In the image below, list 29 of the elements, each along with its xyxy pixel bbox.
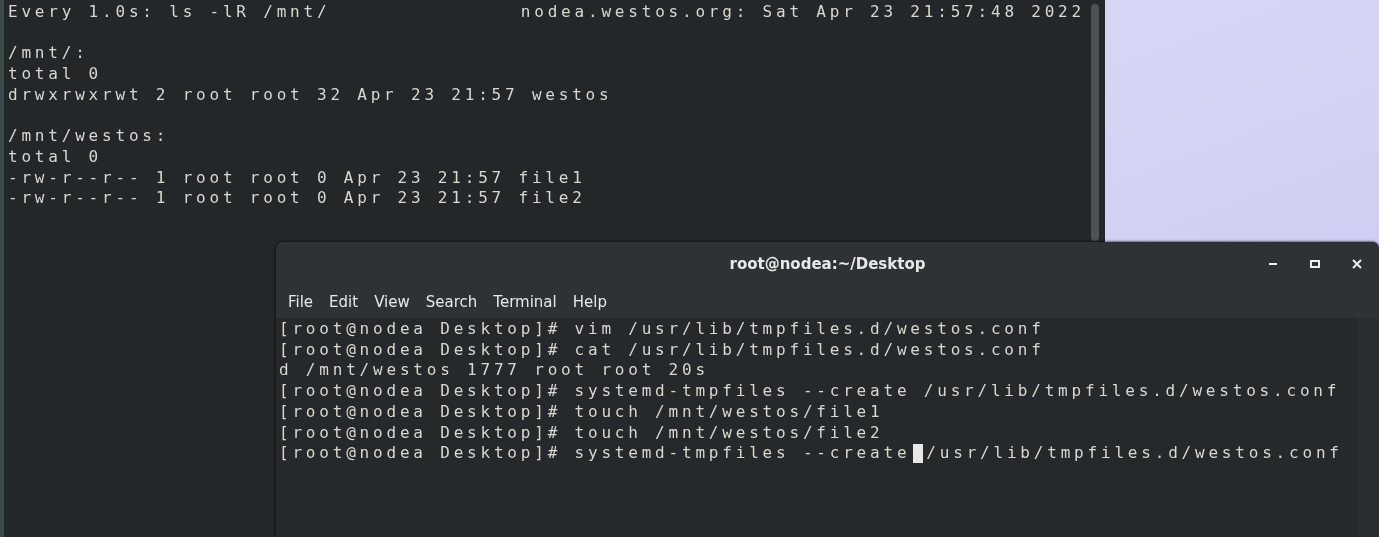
terminal-line: [root@nodea Desktop]# vim /usr/lib/tmpfiles.d/westos.conf: [279, 319, 1046, 340]
terminal-line: total 0: [8, 146, 104, 168]
terminal-line: /mnt/westos:: [8, 126, 171, 147]
terminal-line: [root@nodea Desktop]# touch /mnt/westos/file2: [279, 422, 885, 444]
terminal-line: -rw-r--r-- 1 root root 0 Apr 23 21:57 file1: [8, 167, 587, 189]
terminal-line: [root@nodea Desktop]# systemd-tmpfiles --create: [279, 443, 911, 464]
terminal-line: [root@nodea Desktop]# cat /usr/lib/tmpfiles.d/westos.conf: [279, 339, 1046, 361]
terminal-line: Every 1.0s: ls -lR /mnt/: [8, 2, 331, 23]
scrollbar[interactable]: [1091, 4, 1099, 241]
terminal-line: nodea.westos.org: Sat Apr 23 21:57:48 2022: [520, 2, 1085, 23]
terminal-line: -rw-r--r-- 1 root root 0 Apr 23 21:57 file2: [8, 188, 587, 209]
maximize-icon: [1310, 260, 1320, 268]
window-title: root@nodea:~/Desktop: [729, 254, 926, 273]
menu-item[interactable]: Search: [417, 292, 486, 311]
terminal-line: [root@nodea Desktop]# touch /mnt/westos/file1: [279, 401, 885, 423]
menu-item[interactable]: View: [366, 292, 418, 311]
minimize-icon: [1269, 263, 1277, 265]
text-cursor: [913, 444, 924, 464]
menu-item[interactable]: Edit: [321, 292, 367, 311]
menu-item[interactable]: Help: [564, 292, 615, 311]
close-icon: [1352, 259, 1362, 269]
terminal-line: drwxrwxrwt 2 root root 32 Apr 23 21:57 westos: [8, 84, 614, 106]
menu-item[interactable]: Terminal: [485, 292, 565, 311]
terminal-line: d /mnt/westos 1777 root root 20s: [279, 360, 710, 382]
terminal-line: [root@nodea Desktop]# systemd-tmpfiles --create /usr/lib/tmpfiles.d/westos.conf: [279, 381, 1342, 402]
terminal-line: /mnt/:: [8, 43, 90, 65]
terminal-line: /usr/lib/tmpfiles.d/westos.conf: [926, 443, 1343, 464]
menu-item[interactable]: File: [280, 292, 322, 311]
terminal-line: total 0: [8, 64, 104, 85]
